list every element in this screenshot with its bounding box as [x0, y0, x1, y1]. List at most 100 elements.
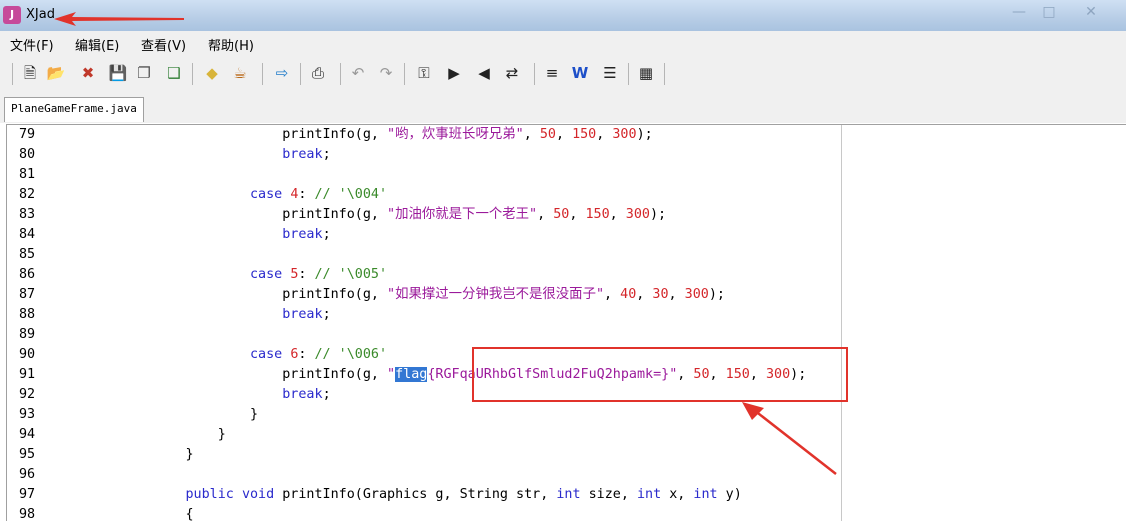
code-token: // '\006'	[314, 347, 388, 362]
code-token: size,	[580, 487, 637, 502]
save-as-icon[interactable]: ❐	[134, 63, 154, 83]
java-cup-icon[interactable]: ☕	[230, 63, 250, 83]
code-token: "	[387, 367, 396, 382]
code-line[interactable]: 94 }	[7, 425, 1126, 445]
close-button[interactable]: ✕	[1066, 4, 1116, 22]
code-token: y)	[717, 487, 742, 502]
line-number: 79	[19, 127, 36, 142]
code-token: case	[250, 347, 283, 362]
find-prev-icon[interactable]: ◀	[474, 63, 494, 83]
code-line[interactable]: 87 printInfo(g, "如果撑过一分钟我岂不是很没面子", 40, 3…	[7, 285, 1126, 305]
code-text: {	[121, 505, 193, 521]
close-file-icon[interactable]: ✖	[78, 63, 98, 83]
find-next-icon[interactable]: ▶	[444, 63, 464, 83]
open-folder-icon[interactable]: 📂	[46, 63, 66, 83]
code-text: printInfo(g, "哟，炊事班长呀兄弟", 50, 150, 300);	[121, 125, 653, 145]
maximize-button[interactable]: □	[1036, 4, 1062, 22]
diamond-icon[interactable]: ◆	[202, 63, 222, 83]
find-icon[interactable]: ⚿	[414, 63, 434, 83]
code-token: "加油你就是下一个老王"	[387, 207, 538, 222]
code-token: "哟，炊事班长呀兄弟"	[387, 127, 524, 142]
code-line[interactable]: 89	[7, 325, 1126, 345]
word-wrap-icon[interactable]: W	[570, 63, 590, 83]
code-token: ,	[668, 287, 685, 302]
code-token: 40	[620, 287, 637, 302]
code-text: }	[121, 405, 258, 425]
code-text: printInfo(g, "加油你就是下一个老王", 50, 150, 300)…	[121, 205, 666, 225]
annotation-highlight-box	[472, 347, 848, 402]
code-token: );	[649, 207, 667, 222]
code-line[interactable]: 88 break;	[7, 305, 1126, 325]
format-icon[interactable]: ≡	[542, 63, 562, 83]
menu-help[interactable]: 帮助(H)	[208, 35, 254, 54]
code-line[interactable]: 95 }	[7, 445, 1126, 465]
line-number: 81	[19, 167, 36, 182]
code-token: ,	[537, 207, 554, 222]
code-line[interactable]: 84 break;	[7, 225, 1126, 245]
code-line[interactable]: 97 public void printInfo(Graphics g, Str…	[7, 485, 1126, 505]
replace-icon[interactable]: ⇄	[502, 63, 522, 83]
code-text: case 5: // '\005'	[121, 265, 387, 285]
code-line[interactable]: 85	[7, 245, 1126, 265]
code-line[interactable]: 83 printInfo(g, "加油你就是下一个老王", 50, 150, 3…	[7, 205, 1126, 225]
code-token: );	[708, 287, 725, 302]
undo-icon[interactable]: ↶	[348, 63, 368, 83]
toolbar-separator	[300, 63, 301, 85]
save-icon[interactable]: 💾	[108, 63, 128, 83]
code-text: case 4: // '\004'	[121, 185, 387, 205]
code-token: );	[636, 127, 653, 142]
code-line[interactable]: 98 {	[7, 505, 1126, 521]
code-editor[interactable]: 79 printInfo(g, "哟，炊事班长呀兄弟", 50, 150, 30…	[6, 124, 1126, 521]
minimize-button[interactable]: —	[1006, 4, 1032, 22]
toolbar-separator	[628, 63, 629, 85]
print-icon[interactable]: ⎙	[308, 63, 328, 83]
code-token: case	[250, 267, 283, 282]
code-token: break	[282, 387, 323, 402]
code-line[interactable]: 86 case 5: // '\005'	[7, 265, 1126, 285]
export-icon[interactable]: ⇨	[272, 63, 292, 83]
menu-edit[interactable]: 编辑(E)	[75, 35, 119, 54]
line-number: 86	[19, 267, 36, 282]
selected-text: flag	[395, 367, 428, 382]
code-line[interactable]: 80 break;	[7, 145, 1126, 165]
code-token: public	[185, 487, 234, 502]
code-line[interactable]: 93 }	[7, 405, 1126, 425]
line-number: 93	[19, 407, 36, 422]
annotation-arrow-left-icon	[54, 12, 184, 26]
line-number: 96	[19, 467, 36, 482]
code-token: 50	[553, 207, 570, 222]
annotation-arrow-up-icon	[742, 402, 837, 475]
code-line[interactable]: 81	[7, 165, 1126, 185]
redo-icon[interactable]: ↷	[376, 63, 396, 83]
list-icon[interactable]: ☰	[600, 63, 620, 83]
code-text: case 6: // '\006'	[121, 345, 387, 365]
code-text: break;	[121, 145, 330, 165]
line-number: 98	[19, 507, 36, 521]
xjad-app-icon[interactable]: J	[3, 6, 21, 24]
code-token: }	[121, 427, 226, 442]
tab-planegameframe[interactable]: PlaneGameFrame.java	[4, 97, 144, 122]
menu-file[interactable]: 文件(F)	[10, 35, 54, 54]
code-text: break;	[121, 225, 330, 245]
save-all-icon[interactable]: ❑	[164, 63, 184, 83]
code-line[interactable]: 96	[7, 465, 1126, 485]
new-file-icon[interactable]: 🗎	[20, 63, 40, 83]
code-token: :	[298, 267, 315, 282]
properties-icon[interactable]: ▦	[636, 63, 656, 83]
code-token: printInfo(g,	[121, 207, 388, 222]
code-token: 300	[612, 127, 637, 142]
code-token: 300	[684, 287, 709, 302]
code-line[interactable]: 79 printInfo(g, "哟，炊事班长呀兄弟", 50, 150, 30…	[7, 125, 1126, 145]
code-token: :	[298, 187, 315, 202]
code-token: // '\004'	[314, 187, 388, 202]
line-number: 87	[19, 287, 36, 302]
tab-strip: PlaneGameFrame.java	[0, 93, 1126, 123]
toolbar-separator	[262, 63, 263, 85]
code-line[interactable]: 82 case 4: // '\004'	[7, 185, 1126, 205]
menu-view[interactable]: 查看(V)	[141, 35, 186, 54]
code-text: break;	[121, 305, 330, 325]
